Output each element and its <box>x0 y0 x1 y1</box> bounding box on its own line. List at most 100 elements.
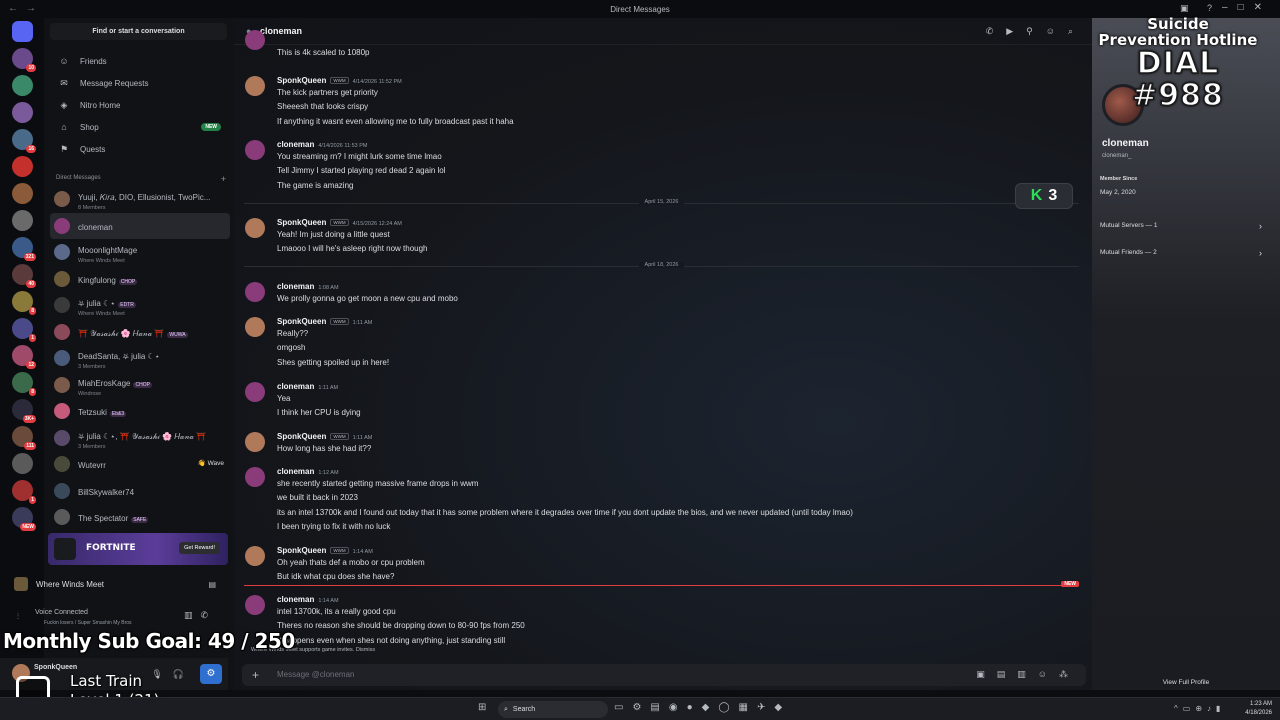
message-text: It happens even when shes not doing anyt… <box>277 635 506 645</box>
message-author[interactable]: SponkQueen <box>277 317 326 326</box>
clan-tag: CHOP <box>118 278 138 285</box>
dm-item[interactable]: cloneman <box>50 212 230 239</box>
dm-item[interactable]: BillSkywalker74 <box>50 478 230 504</box>
add-attachment-icon[interactable]: + <box>252 668 259 682</box>
nav-friends[interactable]: ☺ Friends <box>50 51 227 71</box>
server-icon[interactable]: 111 <box>12 426 36 450</box>
nav-shop[interactable]: ⌂ Shop NEW <box>50 117 227 137</box>
message-composer[interactable]: + Message @cloneman ▣▤▥☺⁂ <box>242 664 1086 686</box>
avatar[interactable] <box>245 546 265 566</box>
avatar[interactable] <box>245 282 265 302</box>
voice-controls[interactable]: ▥✆ <box>184 610 216 621</box>
server-icon[interactable]: 10 <box>12 48 36 72</box>
server-icon[interactable]: 1 <box>12 480 36 504</box>
server-icon[interactable]: 16 <box>12 129 36 153</box>
server-icon[interactable] <box>12 453 33 474</box>
activity-panel[interactable]: Where Winds Meet ▤ <box>14 574 228 594</box>
get-reward-button[interactable]: Get Reward! <box>179 542 220 554</box>
date-label: April 15, 2026 <box>638 199 685 205</box>
message-author[interactable]: SponkQueen <box>277 76 326 85</box>
mutual-servers[interactable]: Mutual Servers — 1 › <box>1100 221 1262 231</box>
server-icon[interactable]: 321 <box>12 237 36 261</box>
window-controls[interactable]: –□✕ <box>1222 2 1272 13</box>
avatar[interactable] <box>245 432 265 452</box>
taskbar-search[interactable]: ⌕ Search <box>498 701 608 718</box>
nav-quests[interactable]: ⚑ Quests <box>50 139 227 159</box>
home-icon[interactable] <box>12 21 33 42</box>
avatar[interactable] <box>245 140 265 160</box>
mutual-friends[interactable]: Mutual Friends — 2 › <box>1100 248 1262 258</box>
taskbar-apps[interactable]: ▭⚙▤◉●◆◯▦✈◆ <box>614 702 791 713</box>
clan-tag: WWM <box>330 219 349 227</box>
promo-banner[interactable]: FORTNITE Get Reward! <box>48 533 228 565</box>
dm-item[interactable]: ⛩️ 𝒴𝒶𝓈𝒶𝓈𝒽𝒾 🌸 𝐻𝒶𝓃𝒶 ⛩️ WUWA <box>50 319 230 345</box>
history-nav-icons[interactable]: ←→ <box>8 3 44 14</box>
message-author[interactable]: cloneman <box>277 282 314 291</box>
create-dm-icon[interactable]: + <box>221 174 226 184</box>
settings-gear-icon[interactable]: ⚙ <box>200 664 222 684</box>
dm-item[interactable]: MooonlightMage Where Winds Meet <box>50 239 230 265</box>
message-input[interactable]: Message @cloneman <box>277 670 355 679</box>
server-icon[interactable] <box>12 102 33 123</box>
server-icon[interactable]: 8 <box>12 291 36 315</box>
server-icon[interactable]: 8 <box>12 372 36 396</box>
header-toolbar[interactable]: ✆▶⚲☺⌕ <box>986 26 1086 37</box>
server-icon[interactable]: NEW <box>12 507 36 531</box>
dm-item[interactable]: Tetzsuki Eb&3 <box>50 398 230 424</box>
message-author[interactable]: cloneman <box>277 595 314 604</box>
dm-item[interactable]: DeadSanta, ⛧ julia ☾⋆ 3 Members <box>50 345 230 371</box>
server-icon[interactable] <box>12 156 33 177</box>
avatar[interactable] <box>245 218 265 238</box>
dm-item[interactable]: Yuuji, 𝐾𝑖𝑟𝑎, DIO, Ellusionist, TwoPic...… <box>50 186 230 212</box>
message-text: Shes getting spoiled up in here! <box>277 357 390 367</box>
quests-icon: ⚑ <box>59 143 69 154</box>
view-full-profile-link[interactable]: View Full Profile <box>1092 679 1280 686</box>
dm-item[interactable]: Kingfulong CHOP <box>50 266 230 292</box>
message-header: cloneman 4/14/2026 11:53 PM <box>277 140 367 149</box>
nav-message-requests[interactable]: ✉ Message Requests <box>50 73 227 93</box>
avatar[interactable] <box>245 317 265 337</box>
composer-tools[interactable]: ▣▤▥☺⁂ <box>976 669 1080 680</box>
message-timestamp: 1:11 AM <box>352 320 373 326</box>
avatar <box>54 270 70 287</box>
message-author[interactable]: cloneman <box>277 140 314 149</box>
avatar[interactable] <box>245 467 265 487</box>
message-author[interactable]: SponkQueen <box>277 546 326 555</box>
system-tray[interactable]: ^▭⊕♪▮ <box>1174 704 1225 713</box>
avatar[interactable] <box>245 382 265 402</box>
message-author[interactable]: cloneman <box>277 382 314 391</box>
inbox-help-icons[interactable]: ▣ ? <box>1180 3 1220 14</box>
server-icon[interactable] <box>12 75 33 96</box>
server-icon[interactable]: 3K+ <box>12 399 36 423</box>
server-icon[interactable] <box>12 210 33 231</box>
mention-badge: 8 <box>29 307 36 315</box>
avatar[interactable] <box>245 595 265 615</box>
avatar[interactable] <box>245 76 265 96</box>
dm-item[interactable]: ⛧ julia ☾⋆ EDTR Where Winds Meet <box>50 292 230 318</box>
message-author[interactable]: SponkQueen <box>277 218 326 227</box>
taskbar-clock[interactable]: 1:23 AM 4/18/2026 <box>1245 700 1272 718</box>
avatar[interactable] <box>245 30 265 50</box>
activity-settings-icon[interactable]: ▤ <box>208 580 216 589</box>
dm-item[interactable]: Wutevrr 👋 Wave <box>50 451 230 477</box>
start-icon[interactable]: ⊞ <box>478 702 495 713</box>
wave-button[interactable]: 👋 Wave <box>198 459 224 467</box>
server-icon[interactable]: 12 <box>12 345 36 369</box>
message-author[interactable]: cloneman <box>277 467 314 476</box>
dm-item[interactable]: ⛧ julia ☾⋆, ⛩️ 𝒴𝒶𝓈𝒶𝓈𝒽𝒾 🌸 𝐻𝒶𝓃𝒶 ⛩️ 3 Member… <box>50 425 230 451</box>
dm-item[interactable]: MiahErosKage CHOP Windrose <box>50 372 230 398</box>
message-author[interactable]: SponkQueen <box>277 432 326 441</box>
server-icon[interactable]: 1 <box>12 318 36 342</box>
server-icon[interactable]: 40 <box>12 264 36 288</box>
voice-channel[interactable]: Fuckin losers / Super Smashin My Bros <box>44 620 132 626</box>
clan-tag: Eb&3 <box>109 411 127 417</box>
find-conversation-button[interactable]: Find or start a conversation <box>50 23 227 40</box>
message-timestamp: 4/14/2026 11:53 PM <box>318 143 368 149</box>
server-icon[interactable] <box>12 183 33 204</box>
nav-nitro-home[interactable]: ◈ Nitro Home <box>50 95 227 115</box>
clan-tag: WWM <box>330 433 349 441</box>
message-header: cloneman 1:12 AM <box>277 467 339 476</box>
mic-headset-icons[interactable]: 🎙🎧 <box>151 669 194 680</box>
dm-item[interactable]: The Spectator SAFE <box>50 504 230 530</box>
username[interactable]: SponkQueen <box>34 664 77 671</box>
